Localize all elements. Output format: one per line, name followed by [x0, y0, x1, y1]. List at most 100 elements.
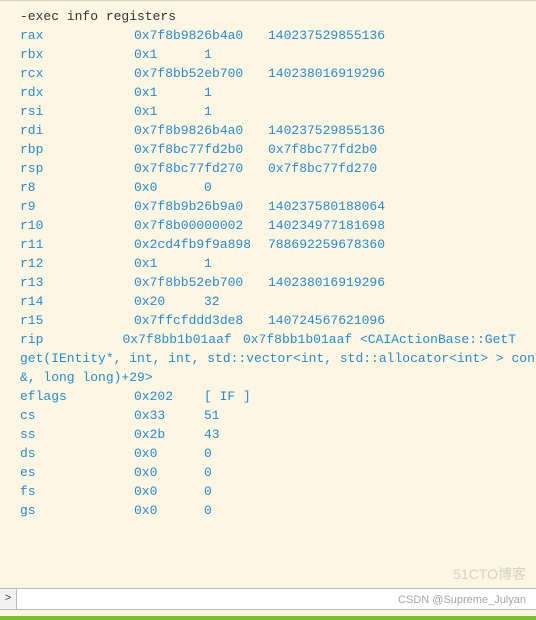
register-dec: 0: [204, 444, 212, 463]
register-row: r150x7ffcfddd3de8140724567621096: [0, 311, 536, 330]
register-name: rip: [20, 330, 122, 349]
register-continuation: get(IEntity*, int, int, std::vector<int,…: [0, 349, 536, 368]
register-hex: 0x0: [134, 463, 204, 482]
register-row: rbp0x7f8bc77fd2b00x7f8bc77fd2b0: [0, 140, 536, 159]
register-name: eflags: [20, 387, 134, 406]
register-hex: 0x2cd4fb9f9a898: [134, 235, 268, 254]
register-row: ss0x2b43: [0, 425, 536, 444]
register-row: rbx0x11: [0, 45, 536, 64]
register-name: r9: [20, 197, 134, 216]
command-text: -exec info registers: [20, 7, 176, 26]
register-hex: 0x0: [134, 178, 204, 197]
register-dec: 140237529855136: [268, 121, 385, 140]
register-dec: 0: [204, 463, 212, 482]
register-row: r120x11: [0, 254, 536, 273]
register-row: rdi0x7f8b9826b4a0140237529855136: [0, 121, 536, 140]
register-row: r90x7f8b9b26b9a0140237580188064: [0, 197, 536, 216]
debug-console-input[interactable]: [17, 589, 536, 609]
register-hex: 0x202: [134, 387, 204, 406]
register-name: gs: [20, 501, 134, 520]
register-row: rcx0x7f8bb52eb700140238016919296: [0, 64, 536, 83]
register-name: rsi: [20, 102, 134, 121]
register-hex: 0x7f8b00000002: [134, 216, 268, 235]
register-hex: 0x7f8bb52eb700: [134, 64, 268, 83]
register-row: r80x00: [0, 178, 536, 197]
register-dec: 140237580188064: [268, 197, 385, 216]
register-hex: 0x20: [134, 292, 204, 311]
register-hex: 0x7f8bb52eb700: [134, 273, 268, 292]
register-dec: 32: [204, 292, 220, 311]
register-row: r130x7f8bb52eb700140238016919296: [0, 273, 536, 292]
register-dec: 788692259678360: [268, 235, 385, 254]
register-dec: 0: [204, 178, 212, 197]
register-name: rbp: [20, 140, 134, 159]
register-hex: 0x1: [134, 45, 204, 64]
register-dec: 0x7f8bc77fd2b0: [268, 140, 377, 159]
debug-console-output: -exec info registers rax0x7f8b9826b4a014…: [0, 0, 536, 590]
register-row: es0x00: [0, 463, 536, 482]
register-name: fs: [20, 482, 134, 501]
register-name: rdx: [20, 83, 134, 102]
register-name: r11: [20, 235, 134, 254]
register-name: rcx: [20, 64, 134, 83]
register-name: cs: [20, 406, 134, 425]
register-dec: 140238016919296: [268, 273, 385, 292]
register-hex: 0x7f8bb1b01aaf: [122, 330, 242, 349]
register-row: r140x2032: [0, 292, 536, 311]
register-name: rsp: [20, 159, 134, 178]
register-hex: 0x1: [134, 254, 204, 273]
register-row: rdx0x11: [0, 83, 536, 102]
register-name: r14: [20, 292, 134, 311]
register-hex: 0x2b: [134, 425, 204, 444]
register-row: ds0x00: [0, 444, 536, 463]
register-dec: 0: [204, 482, 212, 501]
entered-command: -exec info registers: [0, 7, 536, 26]
register-row: rsp0x7f8bc77fd2700x7f8bc77fd270: [0, 159, 536, 178]
register-name: r13: [20, 273, 134, 292]
register-hex: 0x7f8b9b26b9a0: [134, 197, 268, 216]
register-name: r15: [20, 311, 134, 330]
prompt-chevron-icon: >: [0, 589, 17, 609]
register-dec: 140724567621096: [268, 311, 385, 330]
register-name: rbx: [20, 45, 134, 64]
register-hex: 0x0: [134, 482, 204, 501]
register-row: rax0x7f8b9826b4a0140237529855136: [0, 26, 536, 45]
register-row: rip0x7f8bb1b01aaf0x7f8bb1b01aaf <CAIActi…: [0, 330, 536, 349]
register-hex: 0x0: [134, 444, 204, 463]
register-row: cs0x3351: [0, 406, 536, 425]
register-row: gs0x00: [0, 501, 536, 520]
register-row: eflags0x202[ IF ]: [0, 387, 536, 406]
register-name: ss: [20, 425, 134, 444]
register-hex: 0x0: [134, 501, 204, 520]
register-dec: 51: [204, 406, 220, 425]
register-name: es: [20, 463, 134, 482]
register-dec: 1: [204, 83, 212, 102]
register-name: ds: [20, 444, 134, 463]
register-row: rsi0x11: [0, 102, 536, 121]
register-dec: 1: [204, 45, 212, 64]
register-hex: 0x7f8bc77fd270: [134, 159, 268, 178]
register-name: rax: [20, 26, 134, 45]
register-name: rdi: [20, 121, 134, 140]
register-hex: 0x7f8b9826b4a0: [134, 26, 268, 45]
register-name: r10: [20, 216, 134, 235]
register-dec: 0: [204, 501, 212, 520]
register-dec: 140234977181698: [268, 216, 385, 235]
register-dec: 1: [204, 102, 212, 121]
register-row: r110x2cd4fb9f9a898788692259678360: [0, 235, 536, 254]
register-dec: [ IF ]: [204, 387, 251, 406]
register-dec: 0x7f8bb1b01aaf <CAIActionBase::GetT: [243, 330, 516, 349]
register-hex: 0x7ffcfddd3de8: [134, 311, 268, 330]
register-name: r12: [20, 254, 134, 273]
register-hex: 0x1: [134, 83, 204, 102]
register-hex: 0x7f8bc77fd2b0: [134, 140, 268, 159]
register-continuation: &, long long)+29>: [0, 368, 536, 387]
register-dec: 43: [204, 425, 220, 444]
register-hex: 0x1: [134, 102, 204, 121]
register-row: fs0x00: [0, 482, 536, 501]
status-bar-accent: [0, 616, 536, 620]
register-row: r100x7f8b00000002140234977181698: [0, 216, 536, 235]
debug-console-input-bar: >: [0, 588, 536, 610]
register-name: r8: [20, 178, 134, 197]
register-dec: 140237529855136: [268, 26, 385, 45]
